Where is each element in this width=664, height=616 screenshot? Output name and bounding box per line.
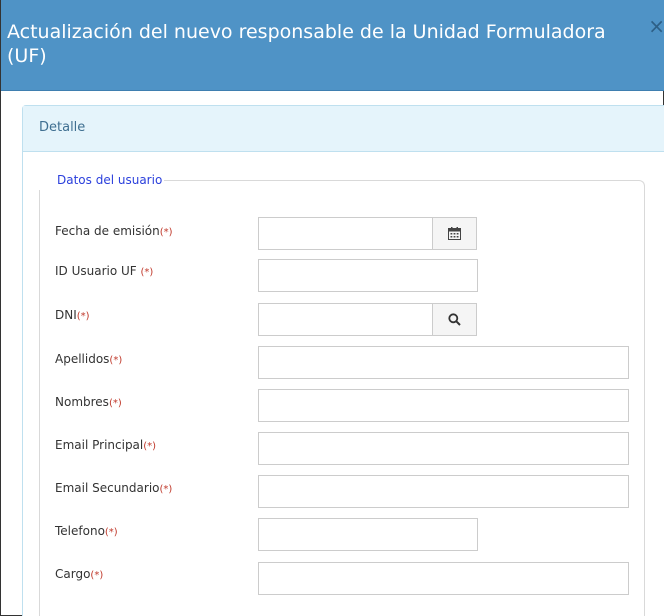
fieldset-legend: Datos del usuario [39,172,165,189]
email-secundario-label-text: Email Secundario [55,481,160,495]
dni-label: DNI(*) [55,307,90,325]
telefono-label: Telefono(*) [55,523,118,541]
dni-label-text: DNI [55,308,77,322]
dni-search-button[interactable] [432,303,477,336]
required-marker: (*) [159,227,173,238]
required-marker: (*) [108,398,122,409]
panel-heading: Detalle [23,106,664,152]
close-icon[interactable]: × [641,14,664,38]
cargo-label: Cargo(*) [55,566,103,584]
nombres-input[interactable] [258,389,629,422]
apellidos-input[interactable] [258,346,629,379]
dni-input[interactable] [258,303,433,336]
nombres-label: Nombres(*) [55,394,122,412]
telefono-label-text: Telefono [55,524,105,538]
modal-header: Actualización del nuevo responsable de l… [1,0,664,91]
id-usuario-label-text: ID Usuario UF [55,264,141,278]
email-principal-label-text: Email Principal [55,438,144,452]
required-marker: (*) [159,484,173,495]
id-usuario-label: ID Usuario UF (*) [55,263,153,281]
fecha-emision-input[interactable] [258,217,433,250]
required-marker: (*) [140,267,154,278]
required-marker: (*) [109,355,123,366]
required-marker: (*) [76,311,90,322]
apellidos-label: Apellidos(*) [55,351,122,369]
modal-title: Actualización del nuevo responsable de l… [7,21,606,67]
fecha-emision-label-text: Fecha de emisión [55,224,160,238]
apellidos-label-text: Apellidos [55,352,110,366]
required-marker: (*) [143,441,157,452]
required-marker: (*) [90,570,104,581]
search-icon [448,313,461,326]
telefono-input[interactable] [258,518,478,551]
cargo-input[interactable] [258,562,629,595]
cargo-label-text: Cargo [55,567,91,581]
calendar-icon [448,227,461,240]
email-secundario-input[interactable] [258,475,629,508]
fecha-emision-label: Fecha de emisión(*) [55,223,173,241]
nombres-label-text: Nombres [55,395,109,409]
calendar-button[interactable] [432,217,477,250]
email-secundario-label: Email Secundario(*) [55,480,172,498]
email-principal-input[interactable] [258,432,629,465]
email-principal-label: Email Principal(*) [55,437,156,455]
required-marker: (*) [104,527,118,538]
id-usuario-input[interactable] [258,259,478,292]
